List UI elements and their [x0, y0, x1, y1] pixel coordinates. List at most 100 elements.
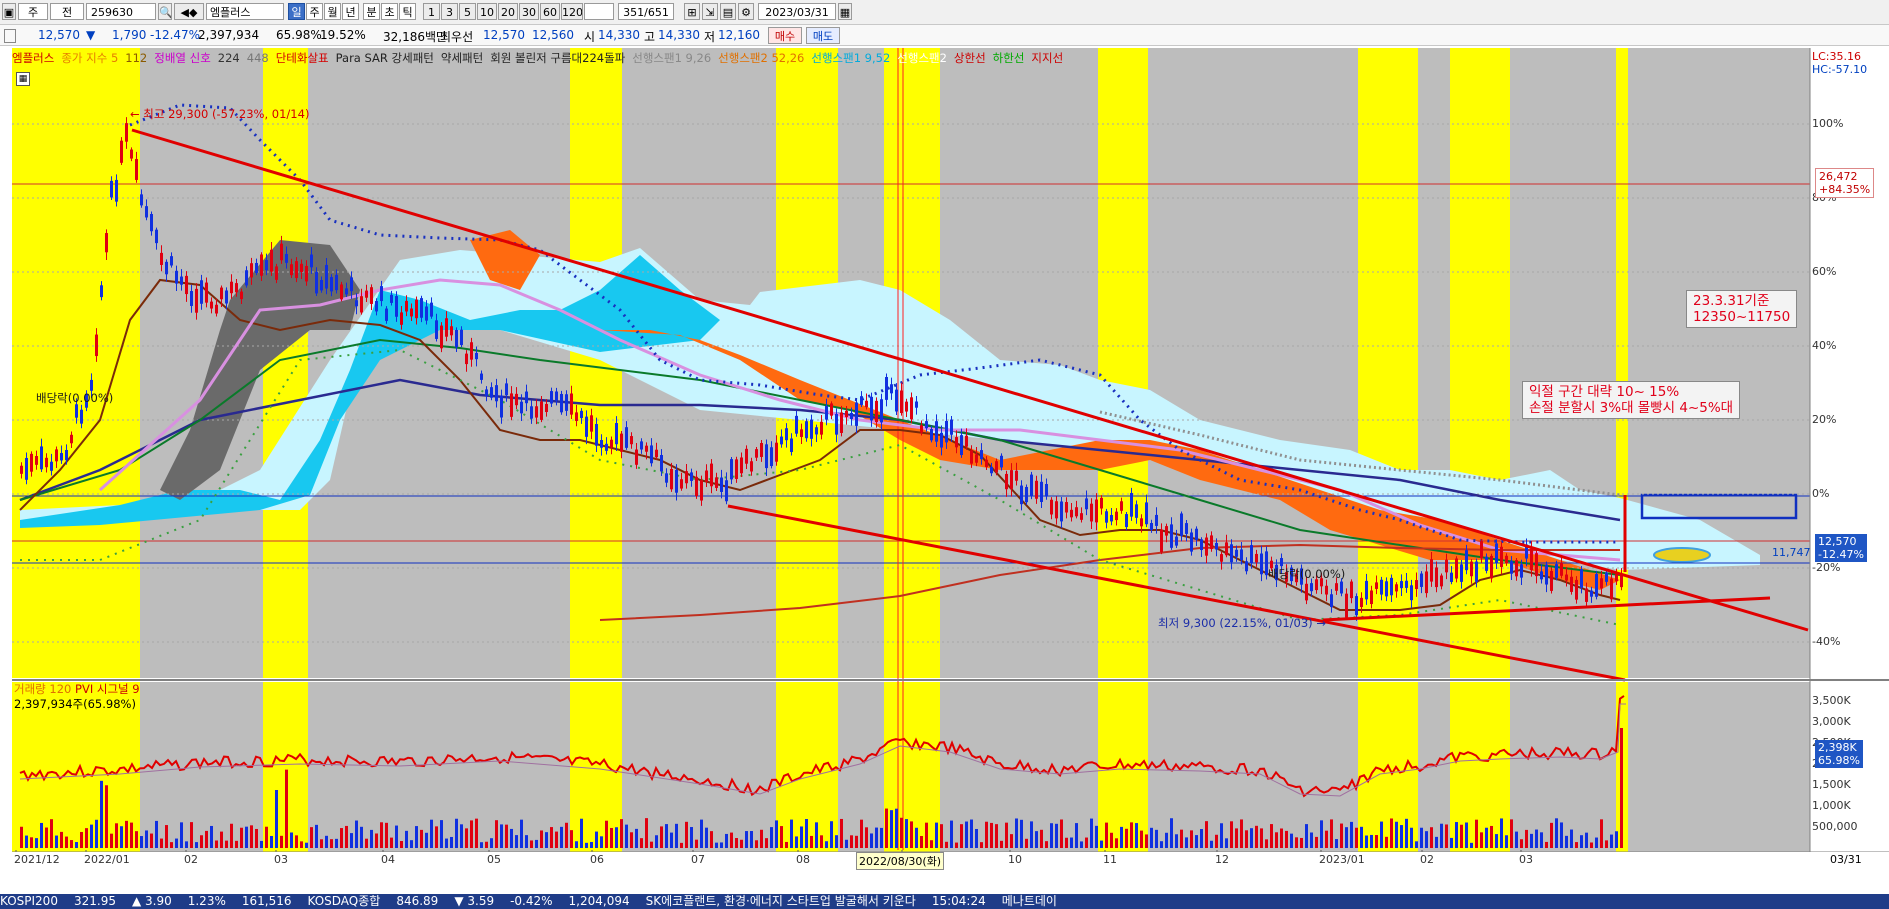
- volume-bar: [1110, 832, 1113, 848]
- buy-button[interactable]: 매수: [768, 27, 802, 44]
- volume-bar: [105, 785, 108, 848]
- date-axis-end: 03/31: [1830, 853, 1862, 866]
- speaker-icon[interactable]: ◀◆: [174, 3, 204, 20]
- minute-120-button[interactable]: 120: [561, 3, 583, 20]
- volume-bar: [900, 817, 903, 848]
- volume-bar: [620, 819, 623, 848]
- volume-bar: [175, 838, 178, 848]
- search-icon[interactable]: 🔍: [158, 3, 172, 20]
- candle-body: [830, 403, 833, 416]
- market-select[interactable]: 주: [18, 3, 48, 20]
- calendar-icon[interactable]: ▦: [838, 3, 852, 20]
- volume-bar: [40, 822, 43, 848]
- gear-icon[interactable]: ⚙: [738, 3, 754, 20]
- stock-name-field[interactable]: 엠플러스: [206, 3, 284, 20]
- volume-bar: [780, 826, 783, 848]
- candle-body: [1535, 553, 1538, 577]
- candle-body: [720, 477, 723, 492]
- minute-20-button[interactable]: 20: [498, 3, 518, 20]
- zoom-icon[interactable]: ⇲: [702, 3, 718, 20]
- chart-type-icon[interactable]: ⊞: [684, 3, 700, 20]
- legend-item[interactable]: 약세패턴: [441, 51, 483, 65]
- volume-bar: [1075, 823, 1078, 848]
- legend-item[interactable]: 224: [218, 51, 240, 65]
- stock-code-input[interactable]: 259630: [86, 3, 156, 20]
- legend-item[interactable]: 448: [247, 51, 269, 65]
- minute-1-button[interactable]: 1: [423, 3, 440, 20]
- legend-item[interactable]: 엠플러스: [12, 51, 54, 65]
- candle-body: [620, 433, 623, 452]
- status-item: ▲ 3.90: [131, 894, 172, 908]
- status-item: 메나트데이: [1001, 894, 1057, 908]
- minute-10-button[interactable]: 10: [477, 3, 497, 20]
- volume-bar: [1535, 829, 1538, 848]
- candle-body: [145, 206, 148, 218]
- minute-5-button[interactable]: 5: [459, 3, 476, 20]
- volume-bar: [935, 822, 938, 848]
- legend-item[interactable]: 선행스팬2 52,26: [718, 51, 804, 65]
- period-second-button[interactable]: 초: [381, 3, 398, 20]
- period-month-button[interactable]: 월: [324, 3, 341, 20]
- candle-body: [340, 284, 343, 300]
- range-select[interactable]: 전: [50, 3, 84, 20]
- price-chart[interactable]: [0, 46, 1889, 894]
- volume-bar: [290, 832, 293, 848]
- volume-bar: [1005, 822, 1008, 848]
- legend-item[interactable]: Para SAR 강세패턴: [336, 51, 434, 65]
- volume-ratio: 65.98%: [276, 28, 322, 42]
- legend-item[interactable]: 상한선: [954, 51, 986, 65]
- candle-body: [360, 296, 363, 313]
- candle-body: [80, 409, 83, 424]
- candle-body: [1245, 561, 1248, 572]
- volume-bar: [975, 828, 978, 848]
- grid-icon[interactable]: ▦: [16, 72, 30, 86]
- legend-item[interactable]: 지지선: [1031, 51, 1063, 65]
- save-icon[interactable]: ▤: [720, 3, 736, 20]
- legend-item[interactable]: 선행스팬1 9,52: [811, 51, 890, 65]
- period-week-button[interactable]: 주: [306, 3, 323, 20]
- candle-body: [355, 300, 358, 307]
- sell-button[interactable]: 매도: [806, 27, 840, 44]
- minute-60-button[interactable]: 60: [540, 3, 560, 20]
- volume-bar: [945, 841, 948, 848]
- volume-bar: [645, 818, 648, 848]
- minute-30-button[interactable]: 30: [519, 3, 539, 20]
- candle-body: [530, 406, 533, 419]
- candle-body: [1225, 542, 1228, 556]
- candle-body: [1175, 536, 1178, 546]
- candle-body: [905, 401, 908, 412]
- volume-bar: [100, 780, 103, 848]
- period-minute-button[interactable]: 분: [363, 3, 380, 20]
- candle-body: [760, 443, 763, 457]
- minute-3-button[interactable]: 3: [441, 3, 458, 20]
- volume-bar: [1545, 841, 1548, 848]
- volume-bar: [1030, 821, 1033, 848]
- legend-item[interactable]: 112: [125, 51, 147, 65]
- legend-item[interactable]: 하한선: [993, 51, 1025, 65]
- volume-bar: [435, 826, 438, 848]
- legend-item[interactable]: 정배열 신호: [154, 51, 211, 65]
- candle-body: [140, 194, 143, 206]
- expand-icon[interactable]: [4, 29, 16, 43]
- candle-body: [1385, 581, 1388, 597]
- volume-bar: [415, 826, 418, 848]
- date-field[interactable]: 2023/03/31: [758, 3, 836, 20]
- period-tick-button[interactable]: 틱: [399, 3, 416, 20]
- period-year-button[interactable]: 년: [342, 3, 359, 20]
- volume-bar: [1285, 830, 1288, 848]
- legend-item[interactable]: 선행스팬2: [897, 51, 947, 65]
- custom-period-input[interactable]: [584, 3, 614, 20]
- volume-bar: [1375, 835, 1378, 848]
- period-day-button[interactable]: 일: [288, 3, 305, 20]
- volume-bar: [1180, 829, 1183, 848]
- volume-bar: [1095, 825, 1098, 848]
- legend-item[interactable]: 단테화살표: [276, 51, 329, 65]
- menu-icon[interactable]: ▣: [2, 3, 16, 20]
- candle-body: [690, 472, 693, 481]
- legend-item[interactable]: 종가 지수 5: [61, 51, 118, 65]
- candle-body: [980, 450, 983, 460]
- legend-item[interactable]: 회원 볼린저 구름대224돌파: [490, 51, 625, 65]
- volume-bar: [1065, 837, 1068, 848]
- legend-item[interactable]: 선행스팬1 9,26: [632, 51, 711, 65]
- candle-body: [1310, 583, 1313, 592]
